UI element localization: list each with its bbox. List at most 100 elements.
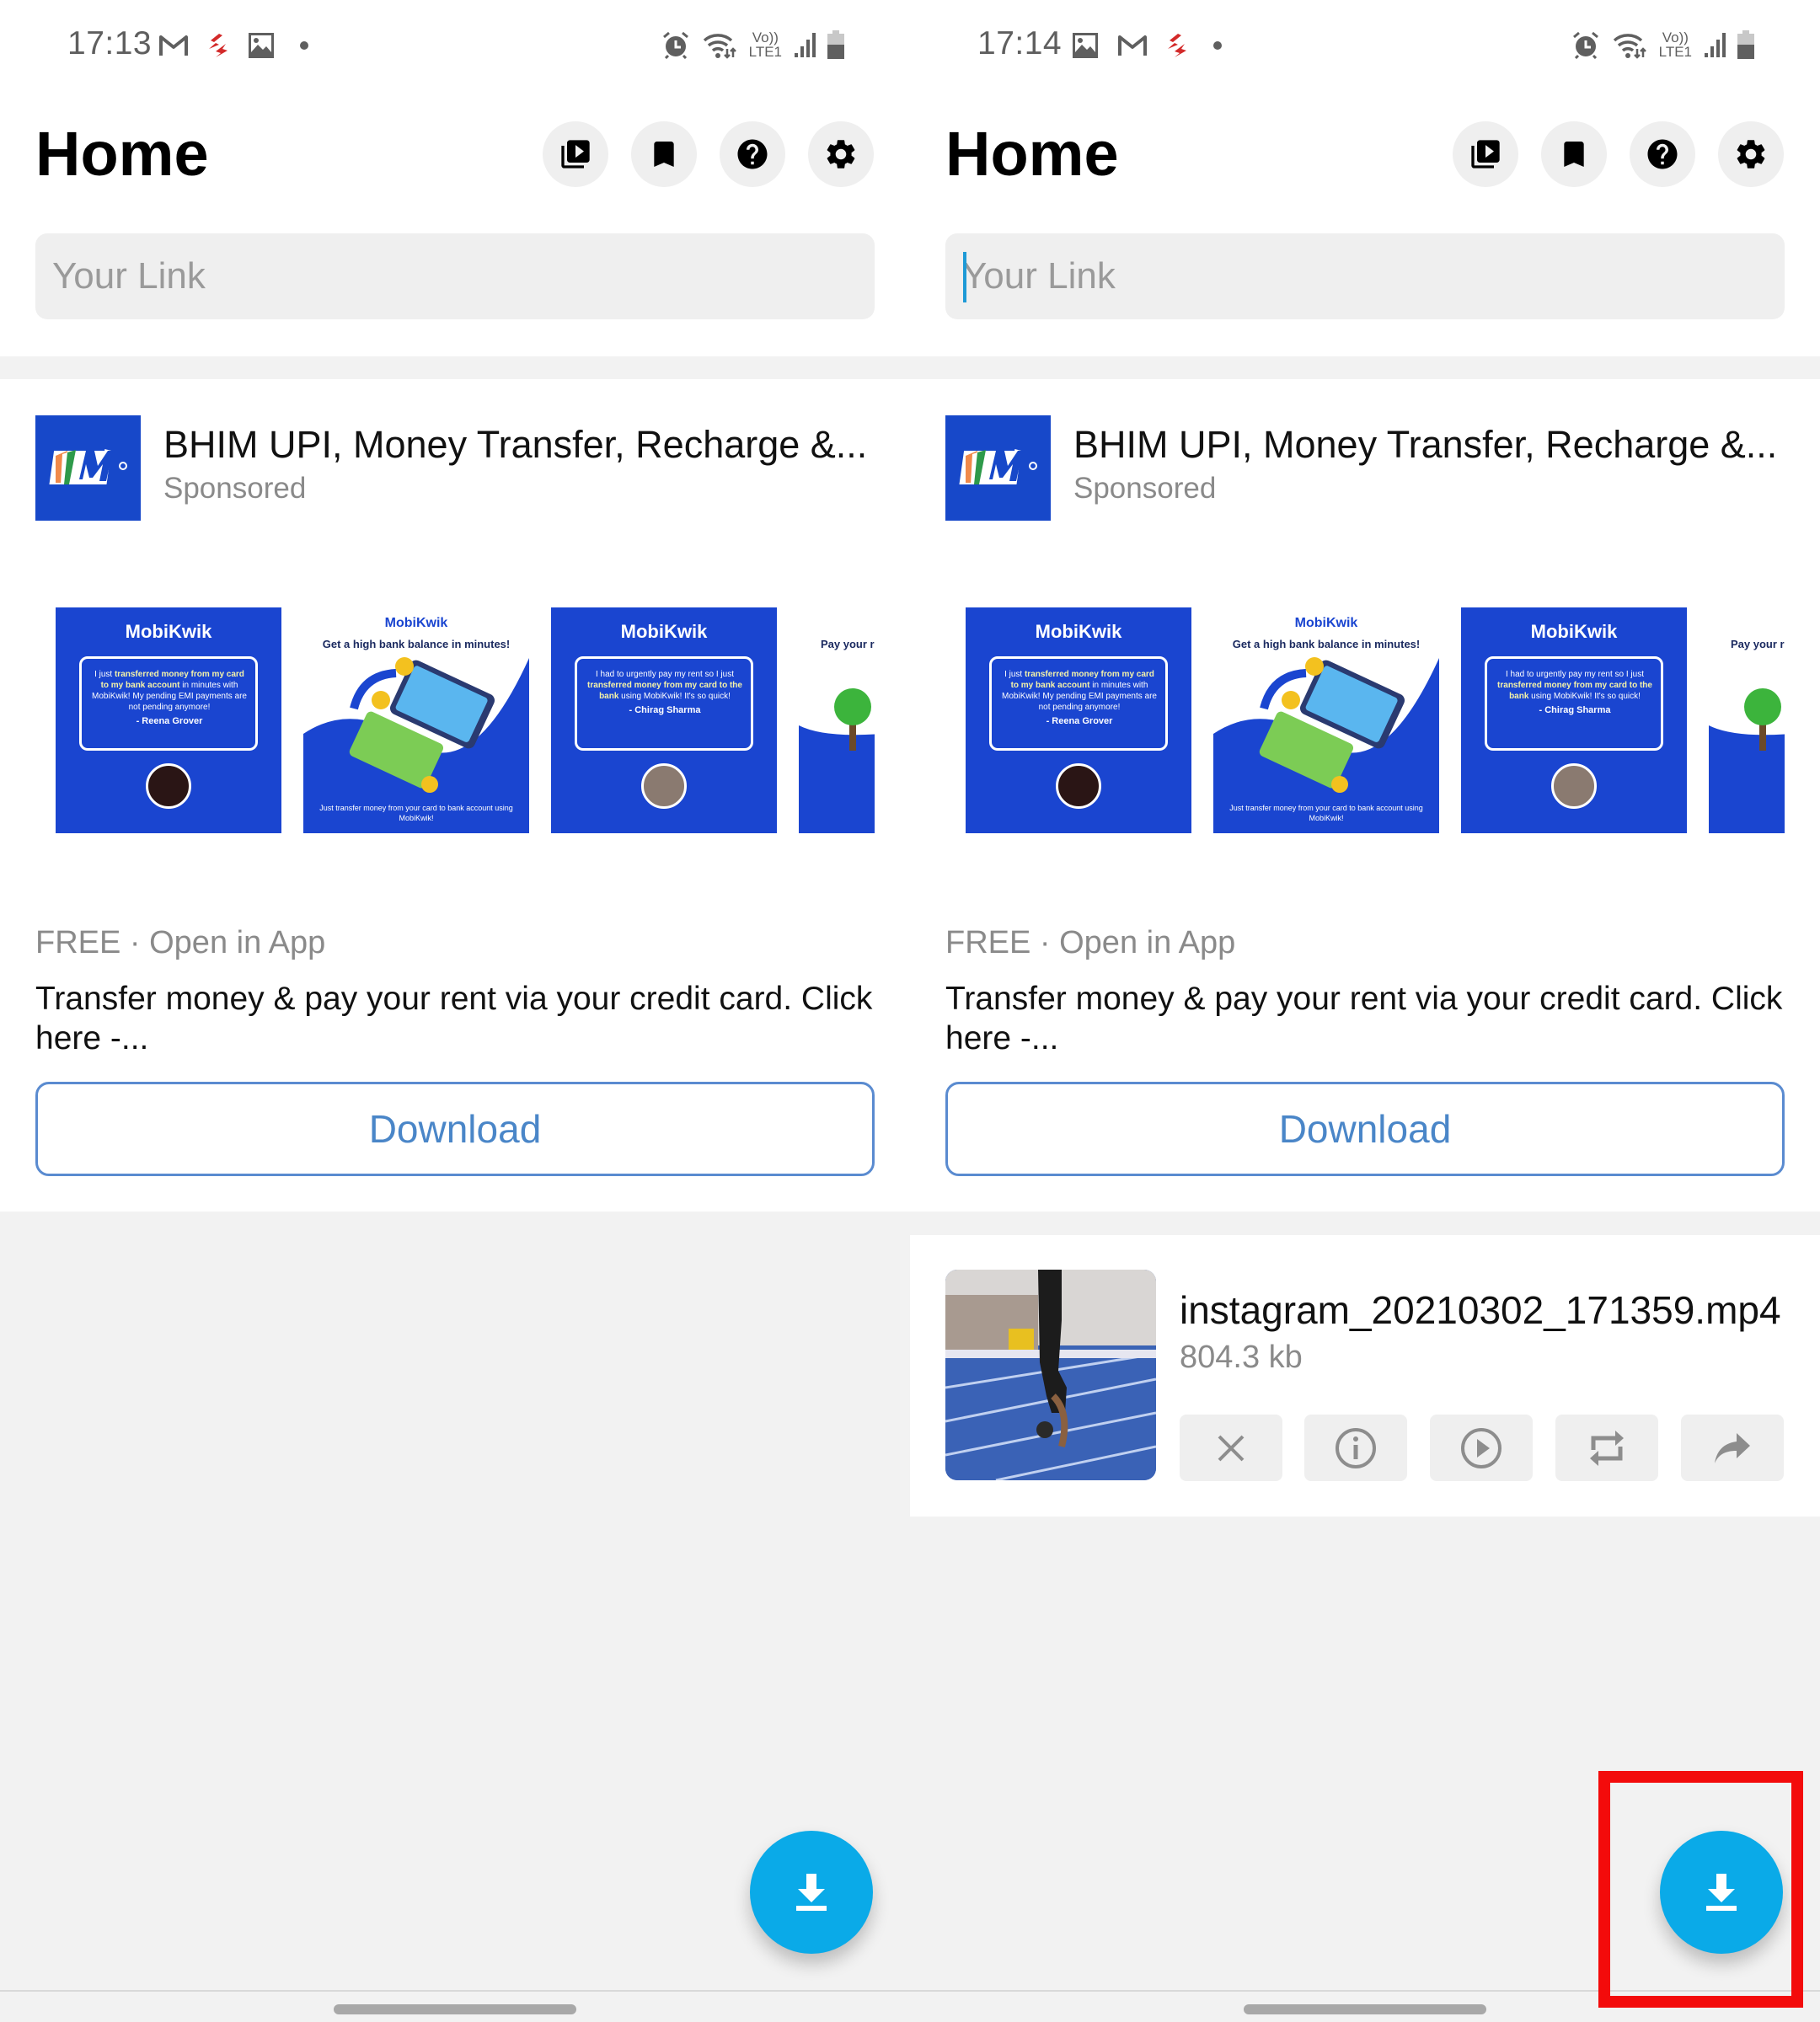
ad-image-partial[interactable]: Pay your r: [799, 607, 875, 833]
ad-meta: FREE · Open in App: [35, 925, 326, 960]
ad-image-testimonial[interactable]: MobiKwik I just transferred money from m…: [56, 607, 281, 833]
file-size: 804.3 kb: [1180, 1340, 1303, 1375]
lte-label: LTE1: [748, 44, 782, 60]
navigation-bar: [910, 1990, 1820, 2022]
my-videos-button[interactable]: [543, 121, 608, 187]
my-videos-button[interactable]: [1453, 121, 1518, 187]
ad-meta: FREE · Open in App: [945, 925, 1236, 960]
ad-description: Transfer money & pay your rent via your …: [945, 981, 1783, 1056]
video-library-icon: [561, 140, 590, 168]
testimonial-avatar: [1056, 763, 1101, 809]
testimonial-text: I just transferred money from my card to…: [1000, 669, 1159, 727]
share-button[interactable]: [1681, 1415, 1784, 1481]
navigation-bar: [0, 1990, 910, 2022]
delete-button[interactable]: [1180, 1415, 1282, 1481]
sponsored-label: Sponsored: [163, 472, 307, 505]
ad-image-partial[interactable]: Pay your r: [1709, 607, 1785, 833]
more-dot-icon: [1207, 40, 1228, 51]
settings-button[interactable]: [808, 121, 874, 187]
page-title: Home: [35, 119, 209, 189]
settings-button[interactable]: [1718, 121, 1784, 187]
ad-image-testimonial[interactable]: MobiKwik I had to urgently pay my rent s…: [1461, 607, 1687, 833]
signal-icon: [794, 31, 816, 58]
status-bar: 17:14 Vo)) LTE1: [910, 0, 1820, 84]
testimonial-avatar: [641, 763, 687, 809]
notification-icons: [1072, 30, 1228, 61]
download-icon: [796, 1874, 827, 1911]
volte-icon: Vo)) LTE1: [749, 30, 782, 59]
link-input[interactable]: [35, 233, 875, 319]
phone-card-illustration: [303, 657, 529, 833]
volte-icon: Vo)) LTE1: [1659, 30, 1692, 59]
ad-image-brand: MobiKwik: [1035, 621, 1122, 642]
ad-image-brand: MobiKwik: [125, 621, 212, 642]
repeat-icon: [1590, 1430, 1624, 1466]
downloaded-file-card[interactable]: instagram_20210302_171359.mp4 804.3 kb: [910, 1235, 1820, 1516]
download-fab[interactable]: [1660, 1831, 1783, 1954]
ad-title[interactable]: BHIM UPI, Money Transfer, Recharge &...: [163, 423, 867, 467]
tree-illustration: [799, 688, 875, 833]
battery-icon: [827, 30, 844, 59]
gmail-icon: [1117, 34, 1148, 57]
help-button[interactable]: [1630, 121, 1695, 187]
wifi-icon: [702, 30, 737, 59]
sponsored-ad-card[interactable]: BHIM UPI, Money Transfer, Recharge &... …: [0, 379, 910, 1212]
ad-image-promo[interactable]: MobiKwik Get a high bank balance in minu…: [303, 607, 529, 833]
lte-label: LTE1: [1658, 44, 1692, 60]
text-cursor: [963, 252, 966, 302]
ad-download-button[interactable]: Download: [35, 1082, 875, 1176]
repost-button[interactable]: [1555, 1415, 1658, 1481]
ad-image-promo[interactable]: MobiKwik Get a high bank balance in minu…: [1213, 607, 1439, 833]
ad-title[interactable]: BHIM UPI, Money Transfer, Recharge &...: [1073, 423, 1777, 467]
sponsored-ad-card[interactable]: BHIM UPI, Money Transfer, Recharge &... …: [910, 379, 1820, 1212]
play-button[interactable]: [1430, 1415, 1533, 1481]
app-notification-icon: [207, 32, 229, 59]
bookmark-icon: [654, 142, 674, 167]
ad-image-testimonial[interactable]: MobiKwik I just transferred money from m…: [966, 607, 1191, 833]
ad-description: Transfer money & pay your rent via your …: [35, 981, 873, 1056]
mobikwik-app-icon: [35, 415, 141, 521]
ad-image-carousel[interactable]: MobiKwik I just transferred money from m…: [56, 607, 875, 833]
download-fab[interactable]: [750, 1831, 873, 1954]
testimonial-name: - Reena Grover: [1046, 716, 1113, 726]
phone-card-illustration: [1213, 657, 1439, 833]
page-title: Home: [945, 119, 1119, 189]
close-icon: [1218, 1435, 1245, 1461]
status-time: 17:13: [67, 25, 153, 62]
ad-image-brand: MobiKwik: [620, 621, 708, 642]
help-button[interactable]: [720, 121, 785, 187]
battery-icon: [1737, 30, 1754, 59]
info-button[interactable]: [1304, 1415, 1407, 1481]
gear-icon: [1737, 140, 1765, 168]
testimonial-avatar: [1551, 763, 1597, 809]
home-gesture-handle[interactable]: [1244, 2004, 1486, 2014]
alarm-icon: [661, 30, 690, 59]
gymnast-thumbnail-image: [945, 1270, 1156, 1480]
alarm-icon: [1571, 30, 1600, 59]
ad-image-carousel[interactable]: MobiKwik I just transferred money from m…: [966, 607, 1785, 833]
bookmarks-button[interactable]: [1541, 121, 1607, 187]
bookmarks-button[interactable]: [631, 121, 697, 187]
video-library-icon: [1471, 140, 1500, 168]
ad-image-testimonial[interactable]: MobiKwik I had to urgently pay my rent s…: [551, 607, 777, 833]
video-thumbnail[interactable]: [945, 1270, 1156, 1480]
volte-label: Vo)): [752, 29, 779, 45]
testimonial-name: - Chirag Sharma: [629, 705, 701, 715]
mobikwik-app-icon: [945, 415, 1051, 521]
tree-illustration: [1709, 688, 1785, 833]
ad-image-brand: MobiKwik: [1530, 621, 1618, 642]
notification-icons: [158, 30, 315, 61]
link-input[interactable]: [945, 233, 1785, 319]
ad-image-caption: Just transfer money from your card to ba…: [1229, 804, 1423, 822]
file-name: instagram_20210302_171359.mp4: [1180, 1288, 1781, 1332]
wifi-icon: [1612, 30, 1647, 59]
quote-bubble: I just transferred money from my card to…: [989, 656, 1168, 751]
ad-download-button[interactable]: Download: [945, 1082, 1785, 1176]
download-icon: [1706, 1874, 1737, 1911]
status-bar: 17:13 Vo)) LTE1: [0, 0, 910, 84]
testimonial-name: - Chirag Sharma: [1539, 705, 1611, 715]
home-gesture-handle[interactable]: [334, 2004, 576, 2014]
signal-icon: [1704, 31, 1726, 58]
ad-image-caption: Just transfer money from your card to ba…: [319, 804, 513, 822]
volte-label: Vo)): [1662, 29, 1689, 45]
